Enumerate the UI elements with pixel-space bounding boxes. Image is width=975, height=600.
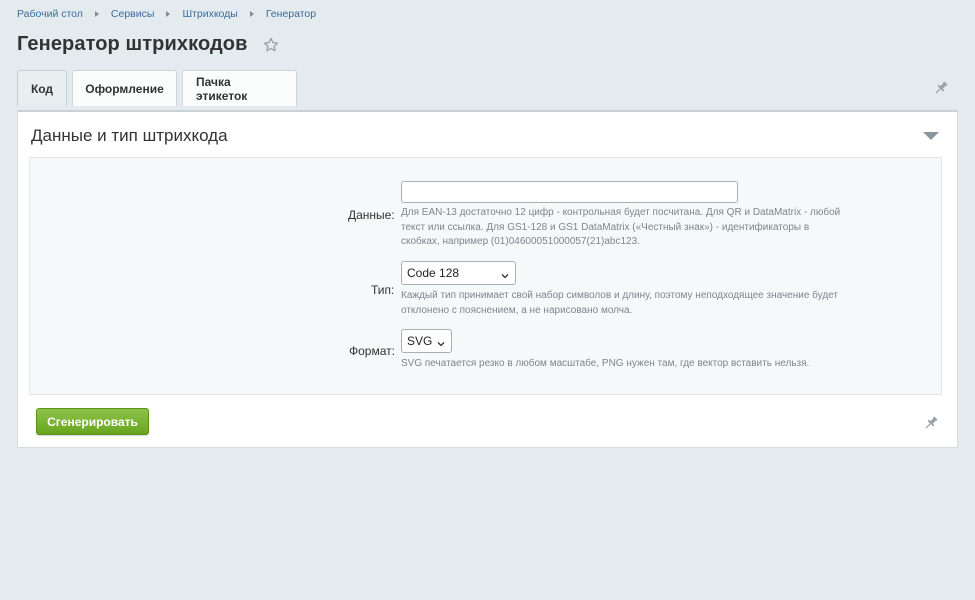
format-label: Формат: (349, 344, 395, 358)
format-select-value: SVG (407, 334, 433, 348)
breadcrumb-separator-icon (249, 11, 254, 17)
breadcrumb-item-generator[interactable]: Генератор (266, 8, 316, 20)
format-hint: SVG печатается резко в любом масштабе, P… (401, 357, 861, 372)
type-hint-line: Каждый тип принимает свой набор символов… (401, 290, 838, 301)
breadcrumb: Рабочий стол Сервисы Штрихкоды Генератор (17, 7, 316, 21)
tab-design[interactable]: Оформление (72, 70, 177, 106)
breadcrumb-item-barcodes[interactable]: Штрихкоды (182, 8, 237, 20)
type-select-value: Code 128 (407, 266, 460, 280)
format-select[interactable]: SVG (401, 329, 452, 353)
triangle-down-icon[interactable] (923, 132, 939, 140)
page-title-row: Генератор штрихкодов (17, 33, 280, 56)
pin-icon[interactable] (933, 80, 949, 96)
type-hint-line: отклонено с пояснением, а не нарисовано … (401, 304, 633, 316)
data-label: Данные: (348, 208, 395, 222)
form-area: Данные: Для EAN-13 достаточно 12 цифр - … (29, 157, 942, 395)
generate-button[interactable]: Сгенерировать (36, 408, 149, 435)
type-hint: Каждый тип принимает свой набор символов… (401, 289, 861, 318)
data-hint-line: Для EAN-13 достаточно 12 цифр - контроль… (401, 207, 841, 218)
page-title: Генератор штрихкодов (17, 33, 248, 55)
data-input[interactable] (401, 181, 738, 203)
breadcrumb-separator-icon (94, 11, 99, 17)
breadcrumb-item-desktop[interactable]: Рабочий стол (17, 8, 83, 20)
breadcrumb-item-services[interactable]: Сервисы (111, 8, 155, 20)
type-label: Тип: (371, 283, 395, 297)
data-hint-line: текст или ссылка. Для GS1-128 и GS1 Data… (401, 221, 810, 233)
chevron-down-icon (437, 337, 445, 347)
breadcrumb-separator-icon (166, 11, 171, 17)
star-icon[interactable] (262, 36, 280, 54)
tab-code[interactable]: Код (17, 70, 67, 106)
barcode-settings-card: Данные и тип штрихкода Данные: Для EAN-1… (17, 110, 958, 448)
type-select[interactable]: Code 128 (401, 261, 516, 285)
section-title: Данные и тип штрихкода (31, 126, 228, 145)
pin-icon[interactable] (923, 415, 939, 431)
tab-label-batch[interactable]: Пачка этикеток (182, 70, 297, 106)
data-hint: Для EAN-13 достаточно 12 цифр - контроль… (401, 206, 861, 250)
format-hint-line: SVG печатается резко в любом масштабе, P… (401, 358, 810, 369)
chevron-down-icon (501, 269, 509, 279)
data-hint-line: скобках, например (01)04600051000057(21)… (401, 236, 640, 247)
tab-bar: Код Оформление Пачка этикеток (17, 70, 297, 106)
